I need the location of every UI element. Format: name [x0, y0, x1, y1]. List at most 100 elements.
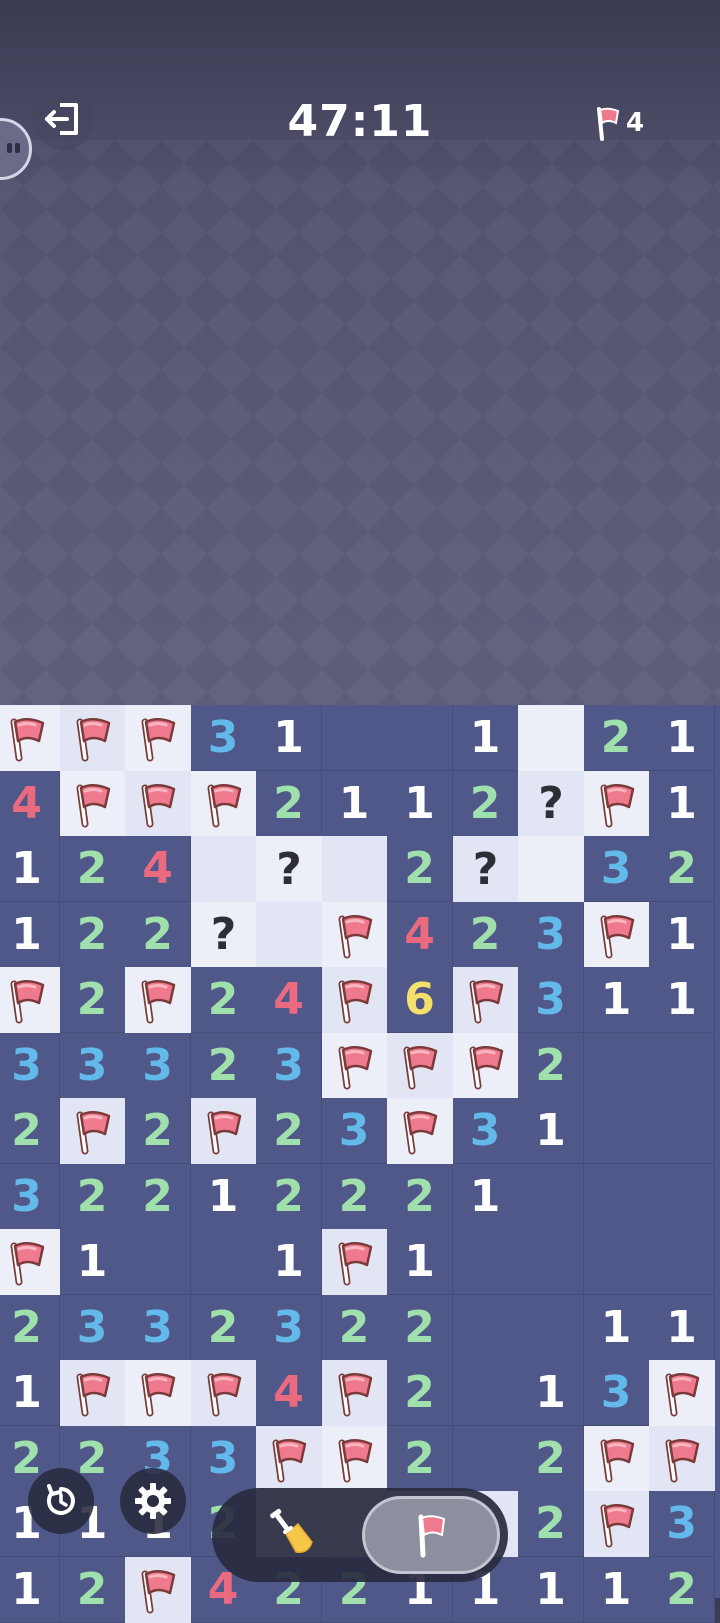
number-cell[interactable]: 3 — [321, 1098, 388, 1164]
flagged-cell[interactable] — [321, 901, 388, 968]
number-cell[interactable]: 2 — [256, 1163, 322, 1230]
hidden-cell[interactable] — [190, 836, 257, 902]
flagged-cell[interactable] — [387, 1032, 453, 1099]
number-cell[interactable]: 2 — [256, 770, 322, 837]
number-cell[interactable]: 2 — [59, 1163, 126, 1230]
number-cell[interactable]: 2 — [125, 901, 191, 968]
dig-mode-button[interactable] — [224, 1496, 358, 1574]
flagged-cell[interactable] — [321, 1360, 388, 1426]
flagged-cell[interactable] — [190, 1098, 257, 1164]
number-cell[interactable]: 2 — [190, 1294, 257, 1361]
flagged-cell[interactable] — [190, 1360, 257, 1426]
number-cell[interactable]: 3 — [59, 1032, 126, 1099]
question-cell[interactable]: ? — [190, 901, 257, 968]
number-cell[interactable]: 1 — [452, 1163, 519, 1230]
number-cell[interactable]: 2 — [387, 1360, 453, 1426]
flagged-cell[interactable] — [452, 1032, 519, 1099]
hidden-cell[interactable] — [518, 836, 584, 902]
flagged-cell[interactable] — [125, 967, 191, 1033]
number-cell[interactable]: 3 — [256, 1294, 322, 1361]
number-cell[interactable]: 4 — [256, 1360, 322, 1426]
number-cell[interactable]: 2 — [59, 967, 126, 1033]
question-cell[interactable]: ? — [452, 836, 519, 902]
number-cell[interactable]: 1 — [190, 1163, 257, 1230]
number-cell[interactable]: 4 — [256, 967, 322, 1033]
flagged-cell[interactable] — [452, 967, 519, 1033]
number-cell[interactable]: 3 — [0, 1163, 60, 1230]
hidden-cell[interactable] — [256, 901, 322, 968]
number-cell[interactable]: 1 — [0, 901, 60, 968]
flagged-cell[interactable] — [125, 705, 191, 771]
restart-button[interactable] — [28, 1468, 94, 1534]
flagged-cell[interactable] — [125, 770, 191, 837]
number-cell[interactable]: 2 — [583, 705, 650, 771]
number-cell[interactable]: 2 — [125, 1163, 191, 1230]
number-cell[interactable]: 1 — [0, 836, 60, 902]
flagged-cell[interactable] — [387, 1098, 453, 1164]
number-cell[interactable]: 1 — [649, 967, 715, 1033]
flagged-cell[interactable] — [125, 1360, 191, 1426]
flagged-cell[interactable] — [583, 770, 650, 837]
number-cell[interactable]: 2 — [321, 1163, 388, 1230]
number-cell[interactable]: 3 — [125, 1294, 191, 1361]
number-cell[interactable]: 2 — [452, 770, 519, 837]
number-cell[interactable]: 2 — [518, 1032, 584, 1099]
number-cell[interactable]: 1 — [518, 1098, 584, 1164]
flagged-cell[interactable] — [321, 1229, 388, 1295]
flag-mode-button[interactable] — [362, 1496, 500, 1574]
number-cell[interactable]: 2 — [125, 1098, 191, 1164]
flagged-cell[interactable] — [59, 1098, 126, 1164]
number-cell[interactable]: 2 — [387, 836, 453, 902]
number-cell[interactable]: 1 — [256, 705, 322, 771]
number-cell[interactable]: 6 — [387, 967, 453, 1033]
flagged-cell[interactable] — [649, 1360, 715, 1426]
number-cell[interactable]: 2 — [452, 901, 519, 968]
hidden-cell[interactable] — [518, 705, 584, 771]
number-cell[interactable]: 3 — [583, 836, 650, 902]
number-cell[interactable]: 3 — [125, 1032, 191, 1099]
flagged-cell[interactable] — [0, 967, 60, 1033]
number-cell[interactable]: 1 — [387, 770, 453, 837]
number-cell[interactable]: 1 — [387, 1229, 453, 1295]
number-cell[interactable]: 1 — [649, 1294, 715, 1361]
number-cell[interactable]: 1 — [649, 705, 715, 771]
number-cell[interactable]: 3 — [59, 1294, 126, 1361]
number-cell[interactable]: 2 — [256, 1098, 322, 1164]
settings-button[interactable] — [120, 1468, 186, 1534]
question-cell[interactable]: ? — [518, 770, 584, 837]
number-cell[interactable]: 3 — [0, 1032, 60, 1099]
number-cell[interactable]: 1 — [0, 1360, 60, 1426]
number-cell[interactable]: 2 — [59, 836, 126, 902]
number-cell[interactable]: 2 — [59, 901, 126, 968]
number-cell[interactable]: 3 — [452, 1098, 519, 1164]
flagged-cell[interactable] — [0, 705, 60, 771]
number-cell[interactable]: 1 — [59, 1229, 126, 1295]
number-cell[interactable]: 2 — [190, 1032, 257, 1099]
number-cell[interactable]: 1 — [649, 770, 715, 837]
number-cell[interactable]: 1 — [583, 1294, 650, 1361]
flagged-cell[interactable] — [59, 705, 126, 771]
number-cell[interactable]: 2 — [387, 1294, 453, 1361]
number-cell[interactable]: 3 — [583, 1360, 650, 1426]
number-cell[interactable]: 2 — [190, 967, 257, 1033]
number-cell[interactable]: 1 — [321, 770, 388, 837]
number-cell[interactable]: 1 — [583, 967, 650, 1033]
number-cell[interactable]: 3 — [256, 1032, 322, 1099]
number-cell[interactable]: 4 — [125, 836, 191, 902]
flagged-cell[interactable] — [59, 1360, 126, 1426]
number-cell[interactable]: 1 — [649, 901, 715, 968]
flagged-cell[interactable] — [583, 901, 650, 968]
flagged-cell[interactable] — [321, 967, 388, 1033]
number-cell[interactable]: 1 — [518, 1360, 584, 1426]
question-cell[interactable]: ? — [256, 836, 322, 902]
exit-button[interactable] — [32, 88, 94, 150]
hidden-cell[interactable] — [321, 836, 388, 902]
number-cell[interactable]: 3 — [518, 901, 584, 968]
number-cell[interactable]: 3 — [518, 967, 584, 1033]
number-cell[interactable]: 2 — [0, 1098, 60, 1164]
number-cell[interactable]: 2 — [649, 836, 715, 902]
number-cell[interactable]: 3 — [190, 705, 257, 771]
number-cell[interactable]: 2 — [0, 1294, 60, 1361]
flagged-cell[interactable] — [190, 770, 257, 837]
flagged-cell[interactable] — [321, 1032, 388, 1099]
